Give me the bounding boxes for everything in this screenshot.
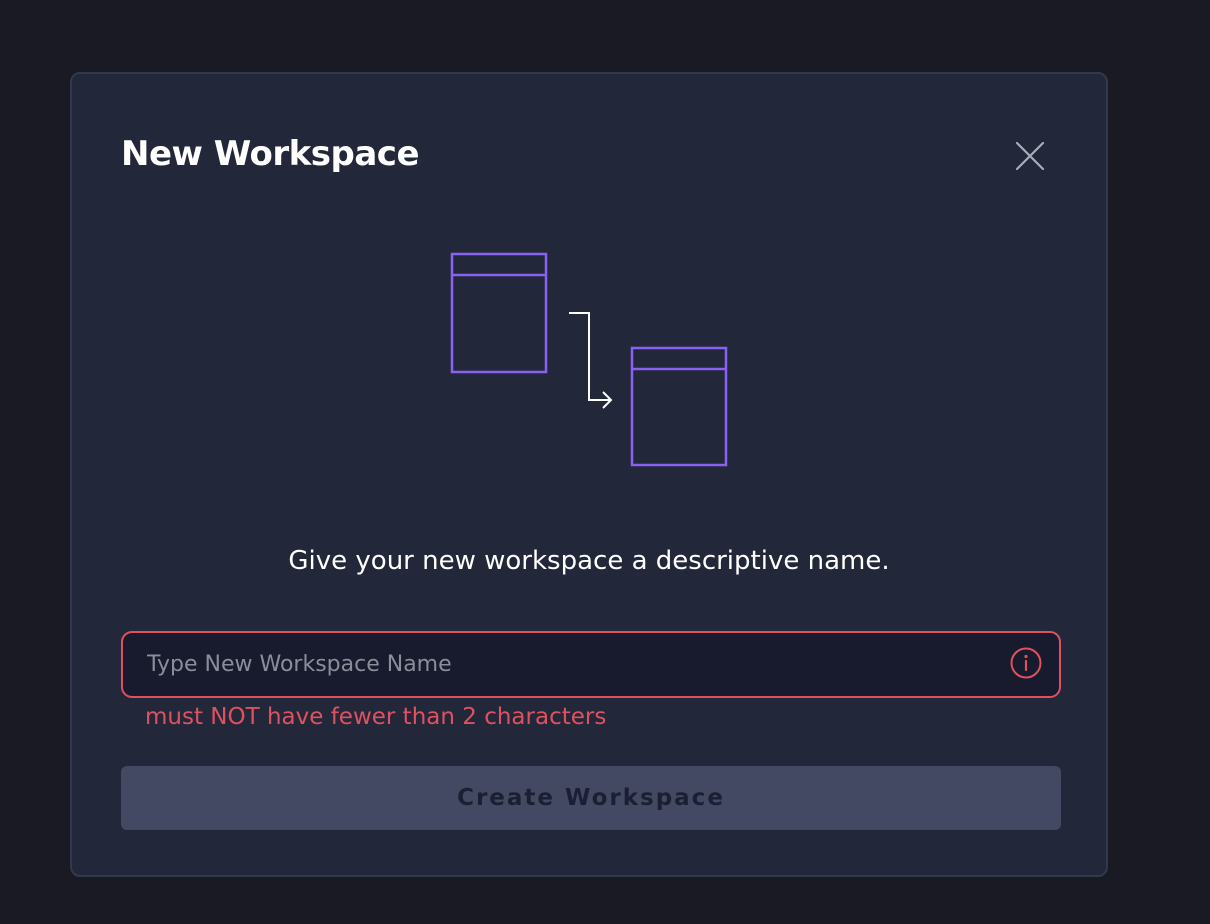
create-workspace-button[interactable]: Create Workspace bbox=[121, 766, 1061, 830]
workspace-name-field bbox=[121, 631, 1061, 698]
new-workspace-modal: New Workspace Give your new workspace a … bbox=[70, 72, 1108, 877]
modal-description: Give your new workspace a descriptive na… bbox=[288, 546, 890, 576]
modal-title: New Workspace bbox=[121, 134, 420, 174]
close-icon bbox=[1015, 141, 1045, 171]
close-button[interactable] bbox=[1010, 136, 1050, 176]
workspace-name-input[interactable] bbox=[147, 633, 987, 696]
validation-error: must NOT have fewer than 2 characters bbox=[145, 704, 607, 730]
move-window-icon bbox=[450, 252, 728, 467]
illustration bbox=[448, 252, 732, 474]
info-icon bbox=[1009, 646, 1043, 680]
